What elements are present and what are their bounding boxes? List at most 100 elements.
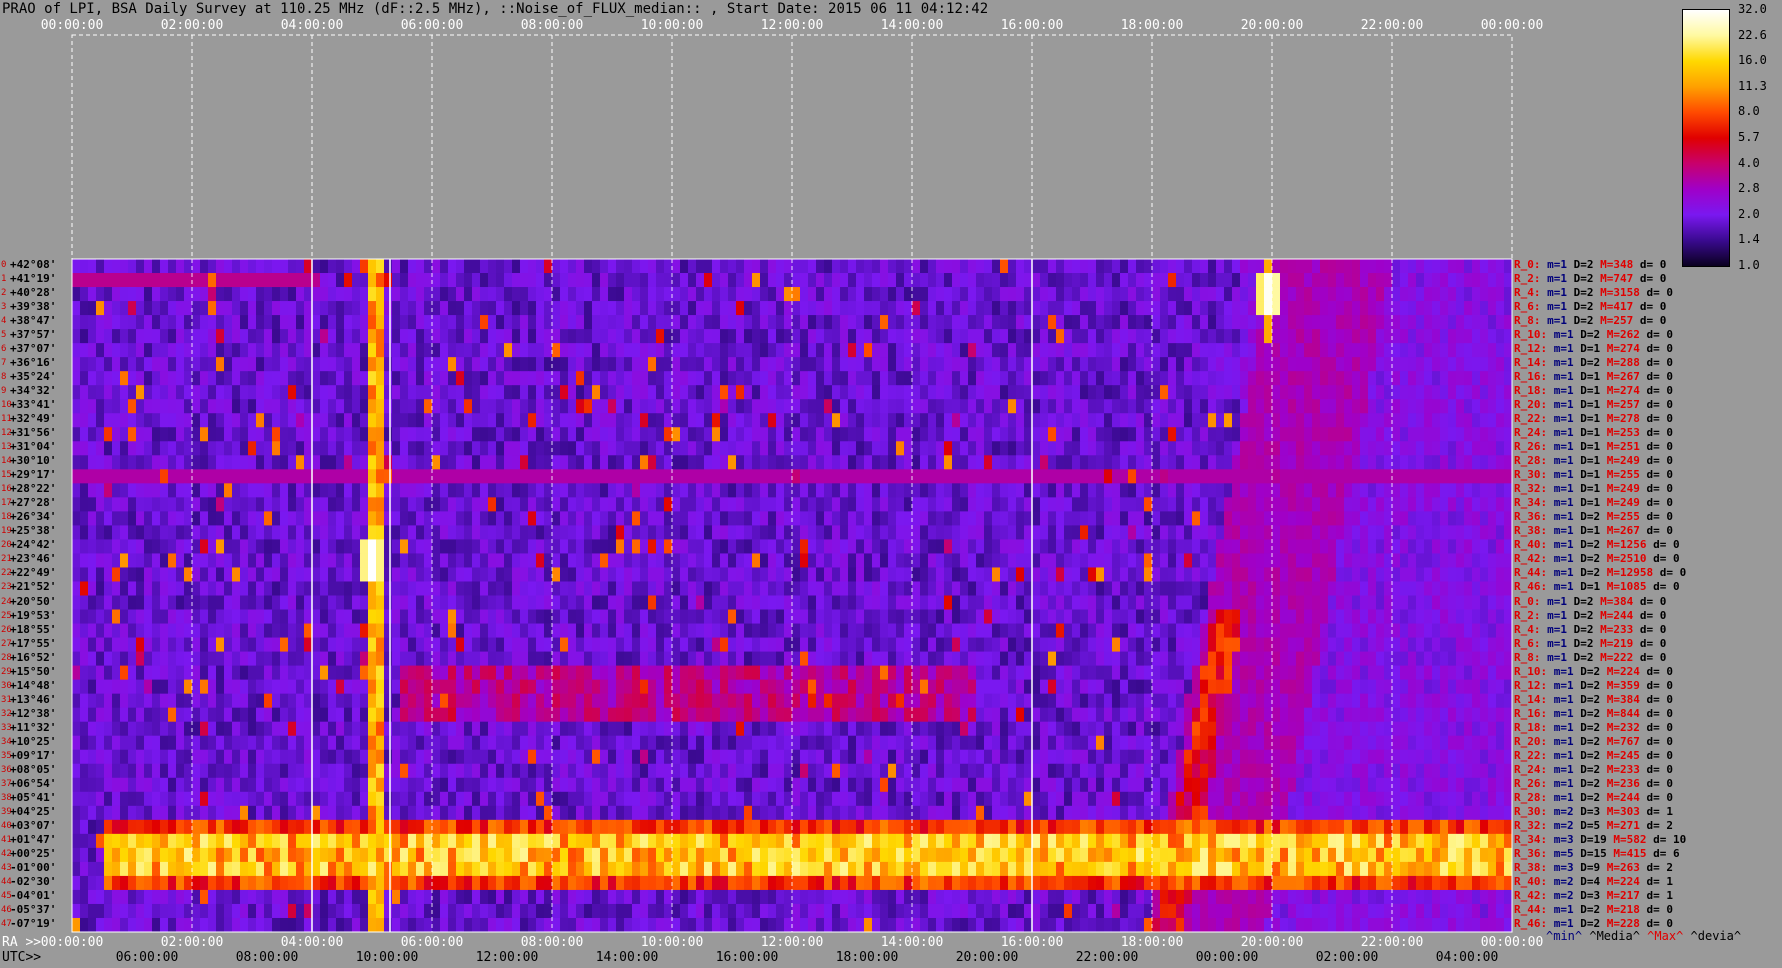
heatmap-cell xyxy=(552,455,561,470)
heatmap-cell xyxy=(1056,399,1065,414)
heatmap-cell xyxy=(1232,469,1241,484)
heatmap-cell xyxy=(1480,301,1489,316)
heatmap-cell xyxy=(1080,413,1089,428)
heatmap-cell xyxy=(744,385,753,400)
heatmap-cell xyxy=(904,287,913,302)
heatmap-cell xyxy=(1464,385,1473,400)
heatmap-cell xyxy=(712,413,721,428)
heatmap-cell xyxy=(304,371,313,386)
heatmap-cell xyxy=(1104,511,1113,526)
heatmap-cell xyxy=(1496,357,1505,372)
heatmap-cell xyxy=(1408,413,1417,428)
heatmap-cell xyxy=(912,259,921,274)
heatmap-cell xyxy=(384,581,393,596)
heatmap-cell xyxy=(744,259,753,274)
heatmap-cell xyxy=(968,343,977,358)
heatmap-cell xyxy=(1352,623,1361,638)
heatmap-cell xyxy=(112,329,121,344)
heatmap-cell xyxy=(792,343,801,358)
heatmap-cell xyxy=(480,637,489,652)
heatmap-cell xyxy=(1288,343,1297,358)
heatmap-cell xyxy=(464,497,473,512)
heatmap-cell xyxy=(376,511,385,526)
heatmap-cell xyxy=(96,581,105,596)
heatmap-cell xyxy=(1072,273,1081,288)
heatmap-cell xyxy=(120,259,129,274)
heatmap-cell xyxy=(1008,567,1017,582)
heatmap-cell xyxy=(544,273,553,288)
heatmap-cell xyxy=(824,581,833,596)
heatmap-cell xyxy=(144,609,153,624)
heatmap-cell xyxy=(904,497,913,512)
heatmap-cell xyxy=(1072,595,1081,610)
heatmap-cell xyxy=(1248,399,1257,414)
heatmap-cell xyxy=(424,567,433,582)
heatmap-cell xyxy=(320,259,329,274)
heatmap-cell xyxy=(784,553,793,568)
heatmap-cell xyxy=(928,581,937,596)
heatmap-cell xyxy=(696,357,705,372)
heatmap-cell xyxy=(888,455,897,470)
heatmap-cell xyxy=(544,511,553,526)
heatmap-cell xyxy=(328,469,337,484)
heatmap-cell xyxy=(600,441,609,456)
heatmap-cell xyxy=(688,329,697,344)
heatmap-cell xyxy=(1392,399,1401,414)
heatmap-cell xyxy=(192,469,201,484)
heatmap-cell xyxy=(360,637,369,652)
heatmap-cell xyxy=(264,413,273,428)
heatmap-cell xyxy=(1344,399,1353,414)
heatmap-cell xyxy=(1256,329,1265,344)
heatmap-cell xyxy=(976,511,985,526)
heatmap-cell xyxy=(848,539,857,554)
heatmap-cell xyxy=(536,595,545,610)
heatmap-cell xyxy=(832,301,841,316)
heatmap-cell xyxy=(440,609,449,624)
heatmap-cell xyxy=(1056,287,1065,302)
heatmap-cell xyxy=(512,301,521,316)
heatmap-cell xyxy=(1000,259,1009,274)
heatmap-cell xyxy=(904,539,913,554)
heatmap-cell xyxy=(776,301,785,316)
heatmap-cell xyxy=(1192,399,1201,414)
heatmap-cell xyxy=(1392,441,1401,456)
heatmap-cell xyxy=(1368,567,1377,582)
heatmap-cell xyxy=(792,539,801,554)
heatmap-cell xyxy=(1456,497,1465,512)
heatmap-cell xyxy=(1168,497,1177,512)
heatmap-cell xyxy=(264,385,273,400)
heatmap-cell xyxy=(744,483,753,498)
heatmap-cell xyxy=(312,301,321,316)
heatmap-cell xyxy=(1464,441,1473,456)
heatmap-cell xyxy=(656,511,665,526)
heatmap-cell xyxy=(808,483,817,498)
heatmap-cell xyxy=(368,329,377,344)
heatmap-cell xyxy=(728,497,737,512)
heatmap-cell xyxy=(648,595,657,610)
heatmap-cell xyxy=(192,259,201,274)
heatmap-cell xyxy=(888,567,897,582)
heatmap-cell xyxy=(856,595,865,610)
heatmap-cell xyxy=(944,595,953,610)
heatmap-cell xyxy=(1152,413,1161,428)
heatmap-cell xyxy=(1240,581,1249,596)
heatmap-cell xyxy=(128,385,137,400)
heatmap-cell xyxy=(1096,427,1105,442)
heatmap-cell xyxy=(280,595,289,610)
heatmap-cell xyxy=(1256,511,1265,526)
heatmap-cell xyxy=(760,511,769,526)
heatmap-cell xyxy=(1072,525,1081,540)
heatmap-cell xyxy=(136,413,145,428)
heatmap-cell xyxy=(1104,287,1113,302)
heatmap-cell xyxy=(1080,315,1089,330)
heatmap-cell xyxy=(952,287,961,302)
heatmap-cell xyxy=(784,441,793,456)
heatmap-cell xyxy=(736,567,745,582)
heatmap-cell xyxy=(672,427,681,442)
heatmap-cell xyxy=(440,497,449,512)
heatmap-cell xyxy=(632,287,641,302)
heatmap-cell xyxy=(120,567,129,582)
heatmap-cell xyxy=(288,511,297,526)
heatmap-cell xyxy=(1200,357,1209,372)
heatmap-cell xyxy=(216,553,225,568)
